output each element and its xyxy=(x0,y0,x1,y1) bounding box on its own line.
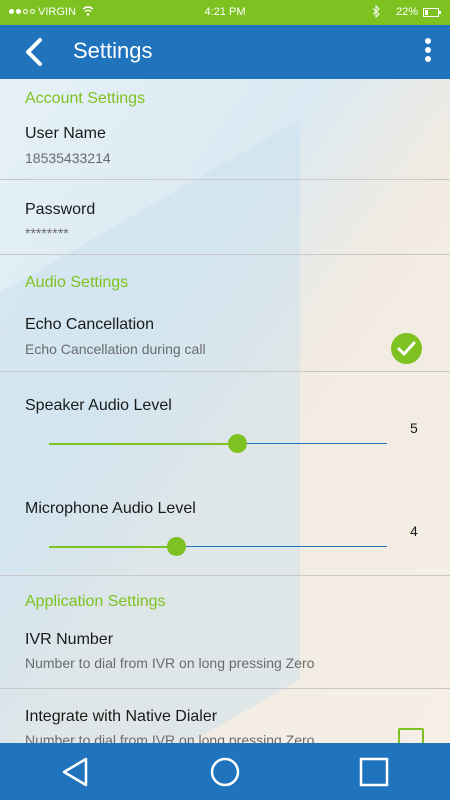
battery-percent: 22% xyxy=(396,6,419,18)
username-value: 18535433214 xyxy=(25,150,111,166)
chevron-left-icon xyxy=(26,38,42,66)
echo-cancellation-sub: Echo Cancellation during call xyxy=(25,341,206,357)
divider xyxy=(0,254,450,255)
echo-cancellation-toggle[interactable] xyxy=(391,333,422,364)
home-circle-icon[interactable] xyxy=(209,756,241,788)
ivr-number-sub: Number to dial from IVR on long pressing… xyxy=(25,655,315,671)
mic-level-value: 4 xyxy=(410,523,418,539)
slider-track-empty xyxy=(177,546,387,547)
mic-level-slider[interactable] xyxy=(49,537,387,557)
checkmark-icon xyxy=(397,341,416,356)
back-button[interactable] xyxy=(20,37,50,67)
slider-track-empty xyxy=(238,443,387,444)
username-label: User Name xyxy=(25,125,106,142)
more-vertical-icon xyxy=(420,38,436,62)
more-options-button[interactable] xyxy=(420,37,436,67)
back-triangle-icon[interactable] xyxy=(60,756,92,788)
password-value: ******** xyxy=(25,225,69,241)
slider-thumb[interactable] xyxy=(167,537,186,556)
mic-level-label: Microphone Audio Level xyxy=(25,500,196,517)
divider xyxy=(0,688,450,689)
divider xyxy=(0,179,450,180)
section-header-audio: Audio Settings xyxy=(25,274,129,291)
speaker-level-value: 5 xyxy=(410,420,418,436)
recents-square-icon[interactable] xyxy=(358,756,390,788)
native-dialer-sub: Number to dial from IVR on long pressing… xyxy=(25,732,315,743)
battery-icon xyxy=(423,8,441,17)
settings-list[interactable]: Account Settings User Name 18535433214 P… xyxy=(0,79,450,743)
native-dialer-checkbox[interactable] xyxy=(398,728,424,743)
section-header-application: Application Settings xyxy=(25,593,166,610)
echo-cancellation-label: Echo Cancellation xyxy=(25,316,154,333)
speaker-level-label: Speaker Audio Level xyxy=(25,397,172,414)
section-header-account: Account Settings xyxy=(25,90,146,107)
native-dialer-label: Integrate with Native Dialer xyxy=(25,708,218,725)
bluetooth-icon xyxy=(372,5,380,18)
nav-bar xyxy=(0,743,450,800)
divider xyxy=(0,575,450,576)
password-label: Password xyxy=(25,201,96,218)
status-bar: VIRGIN 4:21 PM 22% xyxy=(0,0,450,25)
slider-track-filled xyxy=(49,443,238,445)
app-bar: Settings xyxy=(0,25,450,79)
slider-thumb[interactable] xyxy=(228,434,247,453)
divider xyxy=(0,371,450,372)
page-title: Settings xyxy=(73,38,153,63)
status-time: 4:21 PM xyxy=(204,6,246,18)
slider-track-filled xyxy=(49,546,177,548)
speaker-level-slider[interactable] xyxy=(49,434,387,454)
ivr-number-label: IVR Number xyxy=(25,631,114,648)
